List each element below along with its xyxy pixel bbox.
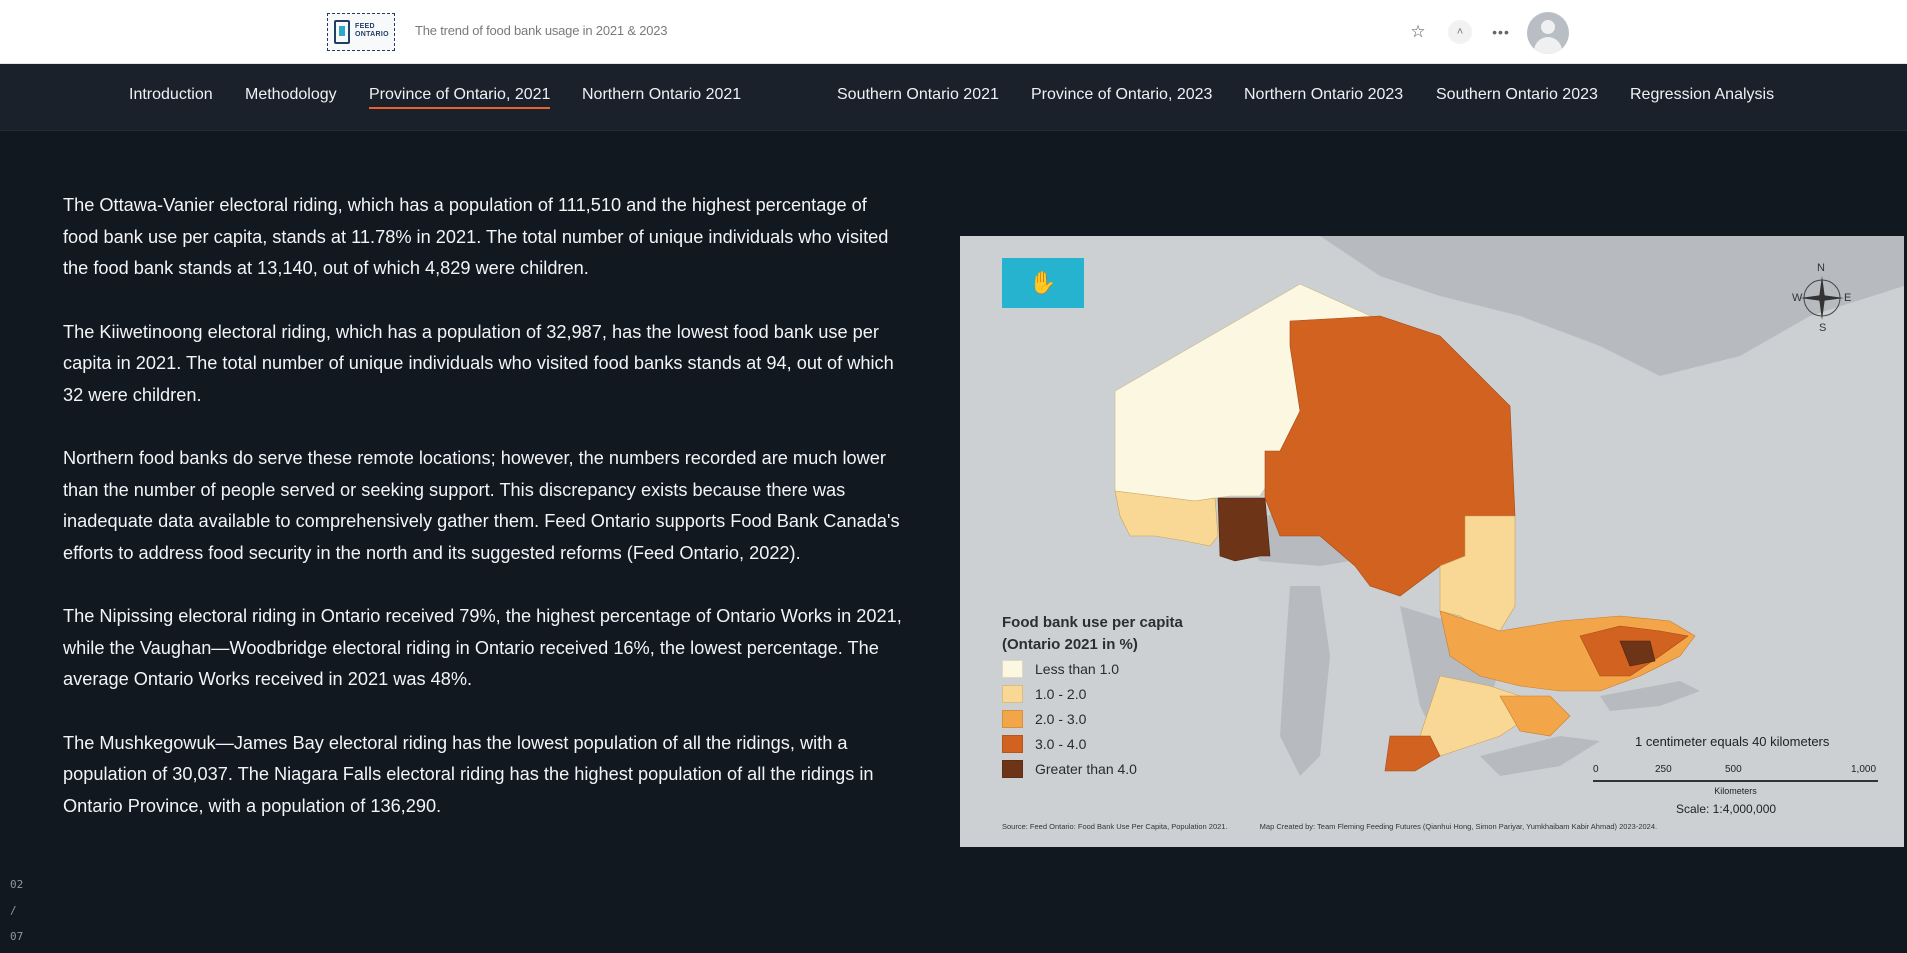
scale-tick: 500 [1725, 764, 1742, 775]
avatar-head [1541, 20, 1555, 34]
scale-tick: 250 [1655, 764, 1672, 775]
legend-item: 1.0 - 2.0 [1002, 681, 1183, 706]
compass-w: W [1792, 292, 1803, 304]
ontario-map[interactable]: ✋ N S W E Food bank use per capita (Onta… [960, 236, 1904, 847]
nav-province-2021[interactable]: Province of Ontario, 2021 [369, 86, 551, 109]
legend-item: 2.0 - 3.0 [1002, 706, 1183, 731]
more-icon[interactable]: ••• [1488, 20, 1514, 44]
map-credits: Source: Feed Ontario: Food Bank Use Per … [1002, 822, 1687, 831]
lake-erie-water [1480, 736, 1600, 776]
compass-s: S [1819, 322, 1827, 334]
legend-swatch [1002, 659, 1023, 678]
scale-ratio: Scale: 1:4,000,000 [1676, 802, 1777, 816]
compass-e: E [1844, 292, 1852, 304]
nav-southern-2021[interactable]: Southern Ontario 2021 [837, 86, 999, 107]
map-legend: Food bank use per capita (Ontario 2021 i… [1002, 612, 1183, 781]
paragraph: The Ottawa-Vanier electoral riding, whic… [63, 195, 889, 278]
map-creator: Map Created by: Team Fleming Feeding Fut… [1259, 822, 1658, 831]
map-source: Source: Feed Ontario: Food Bank Use Per … [1002, 822, 1228, 831]
nav-methodology[interactable]: Methodology [245, 86, 337, 107]
nav-northern-2023[interactable]: Northern Ontario 2023 [1244, 86, 1403, 107]
main-nav: Introduction Methodology Province of Ont… [0, 64, 1907, 131]
legend-label: 2.0 - 3.0 [1035, 710, 1087, 727]
avatar-body [1534, 37, 1562, 54]
nav-regression-analysis[interactable]: Regression Analysis [1630, 86, 1774, 107]
pan-hand-icon[interactable]: ✋ [1002, 258, 1084, 308]
legend-title: Food bank use per capita [1002, 614, 1183, 631]
content-text: The Ottawa-Vanier electoral riding, whic… [63, 190, 903, 854]
slide-pager: 02 / 07 [10, 872, 23, 950]
legend-swatch [1002, 709, 1023, 728]
paragraph: The Kiiwetinoong electoral riding, which… [63, 321, 894, 405]
scale-tick: 1,000 [1851, 764, 1877, 775]
scale-line [1593, 780, 1878, 782]
avatar[interactable] [1527, 12, 1569, 54]
nav-introduction[interactable]: Introduction [129, 86, 213, 107]
legend-item: 3.0 - 4.0 [1002, 731, 1183, 756]
feed-ontario-logo[interactable]: FEED ONTARIO [327, 13, 395, 51]
logo-text: FEED ONTARIO [355, 23, 389, 38]
legend-swatch [1002, 759, 1023, 778]
chevron-up-icon[interactable]: ˄ [1448, 20, 1472, 44]
legend-label: 1.0 - 2.0 [1035, 685, 1087, 702]
site-title[interactable]: The trend of food bank usage in 2021 & 2… [415, 23, 668, 38]
region-windsor [1384, 735, 1441, 772]
pager-total: 07 [10, 930, 24, 943]
top-header: FEED ONTARIO The trend of food bank usag… [0, 0, 1907, 64]
compass-n: N [1817, 262, 1825, 274]
region-kenora-rainy [1217, 497, 1271, 562]
legend-label: Less than 1.0 [1035, 660, 1120, 677]
legend-swatch [1002, 684, 1023, 703]
scale-tick: 0 [1593, 764, 1599, 775]
nav-northern-2021[interactable]: Northern Ontario 2021 [582, 86, 741, 107]
pager-separator: / [10, 904, 17, 917]
legend-item: Greater than 4.0 [1002, 756, 1183, 781]
nav-southern-2023[interactable]: Southern Ontario 2023 [1436, 86, 1598, 107]
scale-text: 1 centimeter equals 40 kilometers [1635, 734, 1830, 749]
logo-mark-icon [334, 20, 350, 44]
nav-province-2023[interactable]: Province of Ontario, 2023 [1031, 86, 1212, 107]
legend-label: 3.0 - 4.0 [1035, 735, 1087, 752]
scale-unit: Kilometers [1714, 786, 1757, 796]
compass-rose-icon: N S W E [1792, 262, 1852, 336]
legend-swatch [1002, 734, 1023, 753]
legend-label: Greater than 4.0 [1035, 760, 1137, 777]
paragraph: Northern food banks do serve these remot… [63, 448, 900, 563]
scale-bar: 0 250 500 1,000 Kilometers [1593, 764, 1878, 796]
paragraph: The Mushkegowuk—James Bay electoral ridi… [63, 732, 874, 816]
legend-item: Less than 1.0 [1002, 656, 1183, 681]
lake-michigan-water [1280, 586, 1330, 776]
pager-current: 02 [10, 878, 24, 891]
legend-subtitle: (Ontario 2021 in %) [1002, 636, 1138, 653]
paragraph: The Nipissing electoral riding in Ontari… [63, 606, 902, 689]
star-icon[interactable]: ☆ [1406, 20, 1430, 44]
